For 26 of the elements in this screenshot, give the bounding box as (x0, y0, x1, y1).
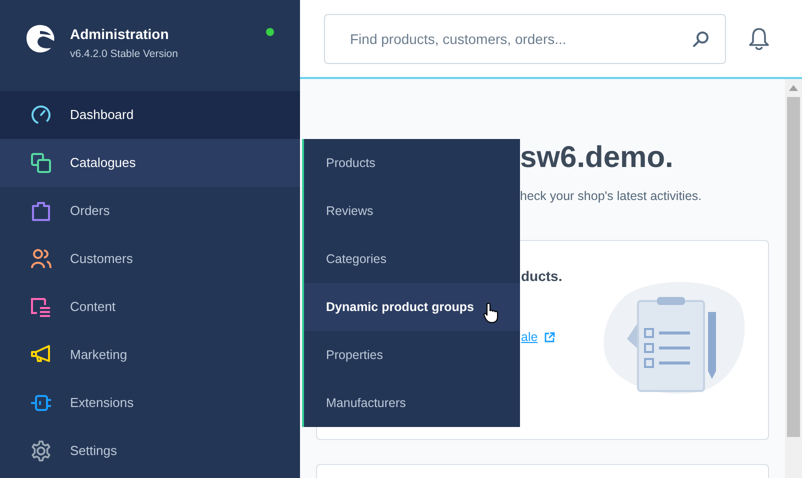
sidebar-item[interactable]: Settings (0, 427, 300, 475)
sidebar-item[interactable]: Content (0, 283, 300, 331)
logo-icon (24, 22, 56, 54)
submenu-item[interactable]: Dynamic product groups (304, 283, 520, 331)
sidebar-item[interactable]: Customers (0, 235, 300, 283)
card-title: ducts. (521, 266, 562, 286)
submenu-item[interactable]: Reviews (304, 187, 520, 235)
submenu-item[interactable]: Manufacturers (304, 379, 520, 427)
submenu-item[interactable]: Products (304, 139, 520, 187)
status-dot (266, 28, 274, 36)
sidebar-item[interactable]: Marketing (0, 331, 300, 379)
search-icon[interactable] (692, 30, 710, 48)
sidebar-item[interactable]: Extensions (0, 379, 300, 427)
greeting-subtitle: heck your shop's latest activities. (520, 188, 702, 205)
external-link-icon (544, 332, 555, 343)
greeting-heading: sw6.demo. (520, 143, 674, 173)
search-field[interactable]: Find products, customers, orders... (324, 14, 726, 64)
sidebar-item[interactable]: Dashboard (0, 91, 300, 139)
app-title: Administration (70, 25, 170, 44)
bell-icon[interactable] (748, 26, 770, 50)
sidebar-item[interactable]: Orders (0, 187, 300, 235)
submenu-item[interactable]: Categories (304, 235, 520, 283)
submenu-item[interactable]: Properties (304, 331, 520, 379)
version-label: v6.4.2.0 Stable Version (70, 47, 178, 62)
sidebar-item[interactable]: Catalogues (0, 139, 300, 187)
hand-cursor-icon (483, 302, 501, 324)
